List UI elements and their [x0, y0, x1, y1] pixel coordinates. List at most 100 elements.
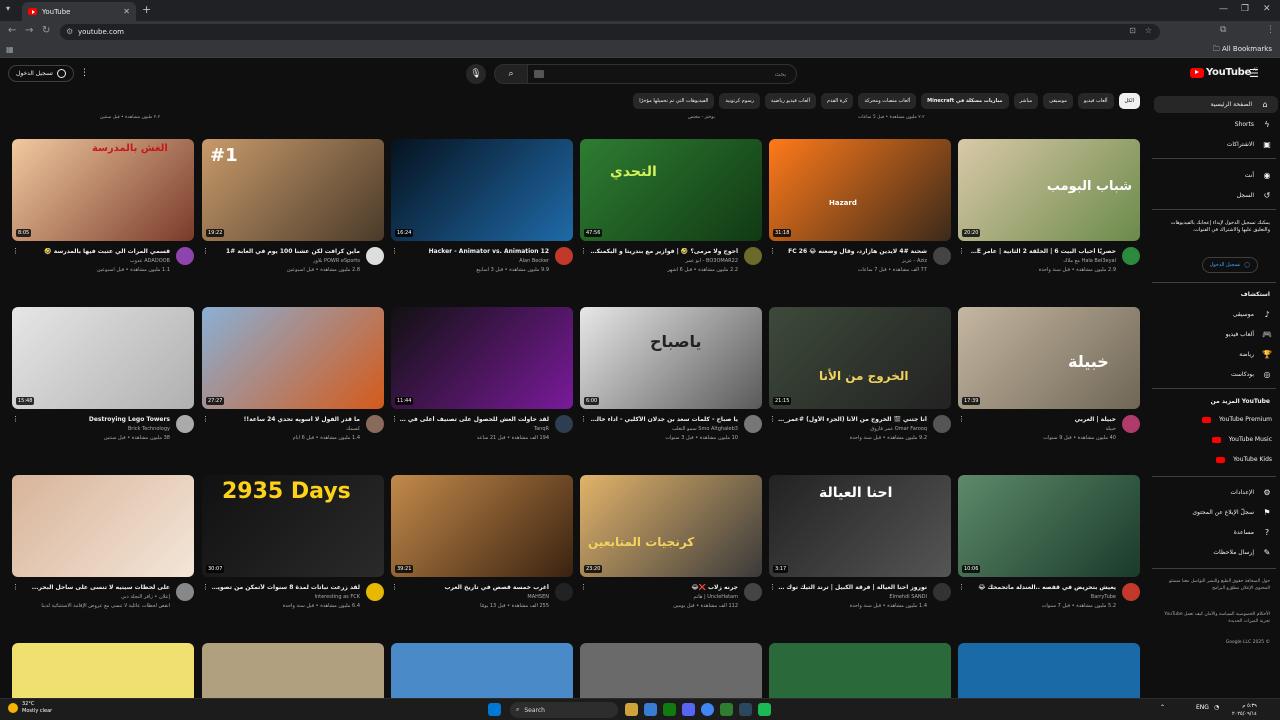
video-menu-icon[interactable]: ⋮	[580, 583, 587, 591]
channel-avatar[interactable]	[366, 247, 384, 265]
channel-avatar[interactable]	[1122, 583, 1140, 601]
video-thumbnail[interactable]: 11:44	[391, 307, 573, 409]
channel-avatar[interactable]	[176, 247, 194, 265]
settings-menu-icon[interactable]: ⋮	[80, 68, 89, 78]
video-menu-icon[interactable]: ⋮	[580, 247, 587, 255]
xbox-icon[interactable]	[663, 703, 676, 716]
close-window-icon[interactable]: ✕	[1263, 4, 1271, 14]
sidebar-signin-button[interactable]: تسجيل الدخول ◯	[1201, 257, 1258, 273]
discord-icon[interactable]	[682, 703, 695, 716]
filter-chip[interactable]: الكل	[1118, 93, 1140, 109]
video-menu-icon[interactable]: ⋮	[769, 415, 776, 423]
minimize-icon[interactable]: —	[1219, 4, 1228, 14]
channel-avatar[interactable]	[933, 247, 951, 265]
tray-chevron-icon[interactable]: ⌃	[1160, 704, 1165, 711]
channel-name[interactable]: UncleHatam | هاتم	[588, 594, 738, 600]
video-thumbnail[interactable]: التحدي 47:56	[580, 139, 762, 241]
video-menu-icon[interactable]: ⋮	[391, 247, 398, 255]
apps-grid-icon[interactable]: ▦	[6, 45, 14, 54]
wifi-icon[interactable]: ◔	[1214, 704, 1219, 711]
video-thumbnail[interactable]	[580, 643, 762, 698]
channel-name[interactable]: إعلان • زافر التجلة دبي	[20, 594, 170, 600]
video-title[interactable]: أنا جتني 🎬 الخروج من الأنا (الجزء الأول)…	[777, 416, 927, 424]
video-menu-icon[interactable]: ⋮	[12, 583, 19, 591]
sidebar-item-kids[interactable]: YouTube Kids	[1216, 456, 1272, 463]
video-thumbnail[interactable]: 2935 Days 30:07	[202, 475, 384, 577]
video-thumbnail[interactable]: #1 19:22	[202, 139, 384, 241]
video-thumbnail[interactable]: الغش بالمدرسة 8:05	[12, 139, 194, 241]
sidebar-item-settings[interactable]: الإعدادات ⚙	[1231, 488, 1272, 497]
hamburger-menu-icon[interactable]: ☰	[1249, 67, 1259, 80]
filter-chip[interactable]: ألعاب فيديو رياضية	[764, 93, 816, 109]
sidebar-item-podcasts[interactable]: بودكاست ◎	[1231, 370, 1272, 379]
channel-name[interactable]: ADADOOB عدوب	[20, 258, 170, 264]
back-icon[interactable]: ←	[8, 25, 16, 36]
video-menu-icon[interactable]: ⋮	[391, 415, 398, 423]
filter-chip[interactable]: مباشر	[1013, 93, 1039, 109]
video-thumbnail[interactable]: ياصباح 6:00	[580, 307, 762, 409]
video-title[interactable]: لقد زرعت نباتات لمدة 8 سنوات لأتمكن من ت…	[210, 584, 360, 592]
sidebar-item-help[interactable]: مساعدة ?	[1234, 528, 1272, 537]
video-thumbnail[interactable]: 10:06	[958, 475, 1140, 577]
channel-name[interactable]: Smo Altghaleb3 سمو التغلب	[588, 426, 738, 432]
video-menu-icon[interactable]: ⋮	[202, 415, 209, 423]
video-title[interactable]: شحنة #4 لايدين هازارد، وقال وضعنه 😂 FC 2…	[777, 248, 927, 256]
video-title[interactable]: قسمي المرات الي عتبت فيها بالمدرسة 🤣	[20, 248, 170, 256]
forward-icon[interactable]: →	[25, 25, 33, 36]
start-icon[interactable]	[488, 703, 501, 716]
youtube-logo[interactable]: YouTube AE	[1190, 67, 1258, 78]
channel-avatar[interactable]	[555, 415, 573, 433]
sidebar-item-music-app[interactable]: YouTube Music	[1211, 436, 1272, 443]
video-thumbnail[interactable]	[12, 475, 194, 577]
video-thumbnail[interactable]: الخروج من الأنا 21:15	[769, 307, 951, 409]
video-thumbnail[interactable]	[12, 643, 194, 698]
filter-chip[interactable]: رسوم كرتونية	[719, 93, 760, 109]
channel-name[interactable]: BarryTube	[966, 594, 1116, 600]
video-menu-icon[interactable]: ⋮	[958, 583, 965, 591]
bookmark-star-icon[interactable]: ☆	[1145, 26, 1152, 35]
sidebar-item-report[interactable]: سجلّ الإبلاغ عن المحتوى ⚑	[1192, 508, 1272, 517]
sidebar-item-music[interactable]: موسيقى ♪	[1233, 310, 1272, 319]
sidebar-item-feedback[interactable]: إرسال ملاحظات ✎	[1213, 548, 1272, 557]
extensions-icon[interactable]: ⧉	[1220, 25, 1226, 35]
clock[interactable]: ٥:٣٩ م ٢٠٢٥/٠٩/١٤	[1232, 702, 1257, 718]
sidebar-item-subscriptions[interactable]: الاشتراكات ▣	[1227, 140, 1272, 149]
channel-avatar[interactable]	[555, 583, 573, 601]
all-bookmarks-button[interactable]: 🗀 All Bookmarks	[1213, 45, 1272, 56]
video-title[interactable]: يا صباح - كلمات سعد بن جدلان الأكلبي - ا…	[588, 416, 738, 424]
channel-avatar[interactable]	[744, 247, 762, 265]
search-input[interactable]: بحث	[527, 64, 797, 84]
filter-chip[interactable]: الفيديوهات التي تم تحميلها مؤخرًا	[633, 93, 715, 109]
video-thumbnail[interactable]: كرنجيات المتابعين 23:20	[580, 475, 762, 577]
spotify-icon[interactable]	[758, 703, 771, 716]
video-title[interactable]: Hacker - Animator vs. Animation 12	[399, 248, 549, 256]
video-title[interactable]: حصريًا أحباب البيت 6 | الحلقة 2 الثانية …	[966, 248, 1116, 256]
tab-search-icon[interactable]: ▾	[6, 4, 16, 14]
chrome-icon[interactable]	[701, 703, 714, 716]
channel-avatar[interactable]	[933, 415, 951, 433]
video-menu-icon[interactable]: ⋮	[12, 415, 19, 423]
channel-name[interactable]: Alan Becker	[399, 258, 549, 264]
sidebar-item-gaming[interactable]: ألعاب فيديو 🎮	[1226, 330, 1272, 339]
maximize-icon[interactable]: ❐	[1241, 4, 1249, 14]
reload-icon[interactable]: ↻	[42, 25, 50, 36]
keyboard-icon[interactable]	[534, 70, 544, 78]
file-explorer-icon[interactable]	[625, 703, 638, 716]
channel-name[interactable]: Hala Bel3eyal مع ملاك	[966, 258, 1116, 264]
channel-avatar[interactable]	[744, 415, 762, 433]
sidebar-item-sports[interactable]: رياضة 🏆	[1239, 350, 1272, 359]
sidebar-item-premium[interactable]: YouTube Premium	[1201, 416, 1272, 423]
video-title[interactable]: ما قدر الفول لا أسويه تحدي 24 ساعة!!	[210, 416, 360, 424]
install-icon[interactable]: ⊡	[1129, 26, 1136, 35]
video-title[interactable]: خبيلة | الغربي	[966, 416, 1116, 424]
channel-name[interactable]: BO3OMAR22 - ابو عمر	[588, 258, 738, 264]
video-thumbnail[interactable]	[958, 643, 1140, 698]
minecraft-icon[interactable]	[720, 703, 733, 716]
sidebar-item-home[interactable]: الصفحة الرئيسية ⌂	[1154, 96, 1278, 113]
sidebar-item-you[interactable]: أنت ◉	[1245, 171, 1272, 180]
filter-chip[interactable]: ألعاب منصات ومحركة	[858, 93, 917, 109]
channel-name[interactable]: خبيلة	[966, 426, 1116, 432]
channel-name[interactable]: POWR eSports بلاور	[210, 258, 360, 264]
channel-name[interactable]: Omar Farooq عمر فاروق	[777, 426, 927, 432]
video-menu-icon[interactable]: ⋮	[958, 415, 965, 423]
